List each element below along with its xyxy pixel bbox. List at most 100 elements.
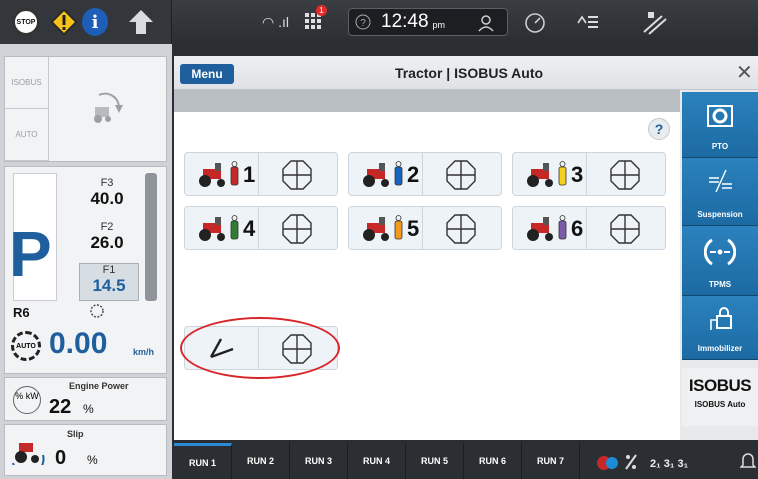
remote-valve-tile-2[interactable]: 2	[348, 152, 502, 196]
remote-valve-tile-6[interactable]: 6	[512, 206, 666, 250]
range-label: R6	[13, 305, 30, 320]
highlight-oval	[180, 317, 340, 379]
menu-button[interactable]: Menu	[180, 64, 234, 84]
engine-power-value: 22	[49, 396, 72, 418]
target-icon[interactable]	[445, 159, 477, 191]
stop-icon[interactable]: STOP	[12, 8, 40, 36]
transmission-card: P F3 40.0 F2 26.0 F1 14.5 R6 AUTO 0.00 k…	[4, 166, 167, 374]
park-indicator: P	[9, 218, 52, 290]
run-tab-bar: RUN 1 RUN 2 RUN 3 RUN 4 RUN 5 RUN 6 RUN 7 2₁ 3…	[174, 443, 758, 479]
tractor-valve-icon	[199, 161, 239, 187]
gauge-icon[interactable]	[524, 12, 546, 34]
tractor-valve-icon	[363, 215, 403, 241]
isobus-logo-text: ISOBUS	[688, 376, 752, 395]
gear-f2: F2 26.0	[90, 221, 124, 252]
engine-power-label: Engine Power	[69, 381, 129, 391]
pto-button[interactable]: PTO	[682, 92, 758, 158]
isobus-auto-window: Menu Tractor | ISOBUS Auto ✕ ? 1 2 3 4 5 6	[174, 56, 758, 440]
tab-run-4[interactable]: RUN 4	[348, 443, 406, 479]
engine-power-icon: % kW	[13, 386, 41, 414]
target-icon[interactable]	[281, 213, 313, 245]
tractor-valve-icon	[527, 215, 567, 241]
speed-value: 0.00	[49, 327, 108, 360]
remote-valve-cell[interactable]: 6	[513, 207, 587, 249]
tab-isobus[interactable]: ISOBUS	[5, 57, 48, 109]
warning-icon[interactable]	[50, 8, 78, 36]
help-button[interactable]: ?	[648, 118, 670, 140]
tab-run-5[interactable]: RUN 5	[406, 443, 464, 479]
auto-mode-icon	[94, 92, 123, 123]
target-icon[interactable]	[445, 213, 477, 245]
remote-valve-number: 2	[407, 162, 420, 187]
bell-icon[interactable]	[740, 451, 756, 471]
remote-valve-cell[interactable]: 5	[349, 207, 423, 249]
alert-area: STOP i	[0, 0, 172, 44]
up-arrow-icon[interactable]	[128, 8, 154, 36]
immobilizer-icon	[710, 307, 732, 330]
header-strip	[174, 90, 680, 112]
tractor-valve-icon	[363, 161, 403, 187]
tab-run-2[interactable]: RUN 2	[232, 443, 290, 479]
pto-icon	[707, 105, 733, 127]
tractor-slip-icon	[12, 443, 45, 465]
tpms-button[interactable]: TPMS	[682, 226, 758, 296]
user-icon[interactable]	[477, 14, 495, 32]
remote-valve-cell[interactable]: 1	[185, 153, 259, 195]
clock-ampm: pm	[432, 20, 446, 30]
field-icon[interactable]	[640, 10, 668, 36]
auto-gear-icon: AUTO	[11, 331, 41, 361]
remote-valve-tile-4[interactable]: 4	[184, 206, 338, 250]
svg-text:2₁ 3₁ 3₁: 2₁ 3₁ 3₁	[650, 458, 689, 470]
suspension-button[interactable]: Suspension	[682, 158, 758, 226]
target-icon[interactable]	[281, 159, 313, 191]
slip-unit: %	[87, 453, 98, 467]
tab-auto[interactable]: AUTO	[5, 109, 48, 161]
tab-run-6[interactable]: RUN 6	[464, 443, 522, 479]
right-function-panel: PTO Suspension TPMS Immobilizer ISOBUS I…	[682, 92, 758, 440]
remote-valve-number: 3	[571, 162, 584, 187]
tab-run-7[interactable]: RUN 7	[522, 443, 580, 479]
lift-icon[interactable]	[574, 13, 600, 33]
clock-icon: ?	[355, 14, 371, 30]
remote-valve-cell[interactable]: 3	[513, 153, 587, 195]
cruise-icon	[90, 304, 104, 318]
isobus-auto-label: ISOBUS Auto	[694, 400, 746, 409]
slip-card[interactable]: Slip 0 %	[4, 424, 167, 476]
target-icon[interactable]	[609, 213, 641, 245]
clock-time: 12:48	[381, 11, 429, 32]
top-status-bar: STOP i ◠ .ıl 1 ? 12:48 pm	[0, 0, 758, 44]
remote-valve-tile-1[interactable]: 1	[184, 152, 338, 196]
remote-valve-cell[interactable]: 4	[185, 207, 259, 249]
tractor-valve-icon	[199, 215, 239, 241]
tractor-valve-icon	[527, 161, 567, 187]
slip-label: Slip	[67, 429, 84, 439]
engine-power-card[interactable]: % kW Engine Power 22 %	[4, 377, 167, 421]
remote-valve-number: 5	[407, 216, 420, 241]
tab-run-3[interactable]: RUN 3	[290, 443, 348, 479]
close-icon[interactable]: ✕	[736, 60, 753, 85]
isobus-auto-button[interactable]: ISOBUS ISOBUS Auto	[682, 368, 758, 426]
suspension-icon	[709, 169, 732, 193]
target-icon[interactable]	[609, 159, 641, 191]
immobilizer-button[interactable]: Immobilizer	[682, 296, 758, 360]
remote-valve-cell[interactable]: 2	[349, 153, 423, 195]
remote-valve-tile-5[interactable]: 5	[348, 206, 502, 250]
speed-unit: km/h	[133, 347, 155, 357]
window-title: Tractor | ISOBUS Auto	[394, 65, 544, 81]
remote-valve-number: 1	[243, 162, 256, 187]
window-header: Menu Tractor | ISOBUS Auto ✕	[174, 56, 758, 90]
engine-load-bar	[145, 173, 157, 301]
clock-display[interactable]: ? 12:48 pm	[348, 8, 508, 36]
slip-value: 0	[55, 447, 67, 469]
tab-run-1[interactable]: RUN 1	[174, 443, 232, 479]
remote-valve-tile-3[interactable]: 3	[512, 152, 666, 196]
gear-f3: F3 40.0	[90, 177, 124, 208]
mode-card[interactable]: ISOBUS AUTO	[4, 56, 167, 162]
info-icon[interactable]: i	[82, 8, 108, 36]
notification-badge: 1	[316, 5, 327, 16]
remote-grid: ? 1 2 3 4 5 6	[174, 112, 680, 440]
implement-status-icons[interactable]: 2₁ 3₁ 3₁	[594, 451, 714, 473]
remote-valve-number: 4	[243, 216, 256, 241]
signal-icon: ◠ .ıl	[262, 14, 289, 30]
engine-power-unit: %	[83, 402, 94, 416]
